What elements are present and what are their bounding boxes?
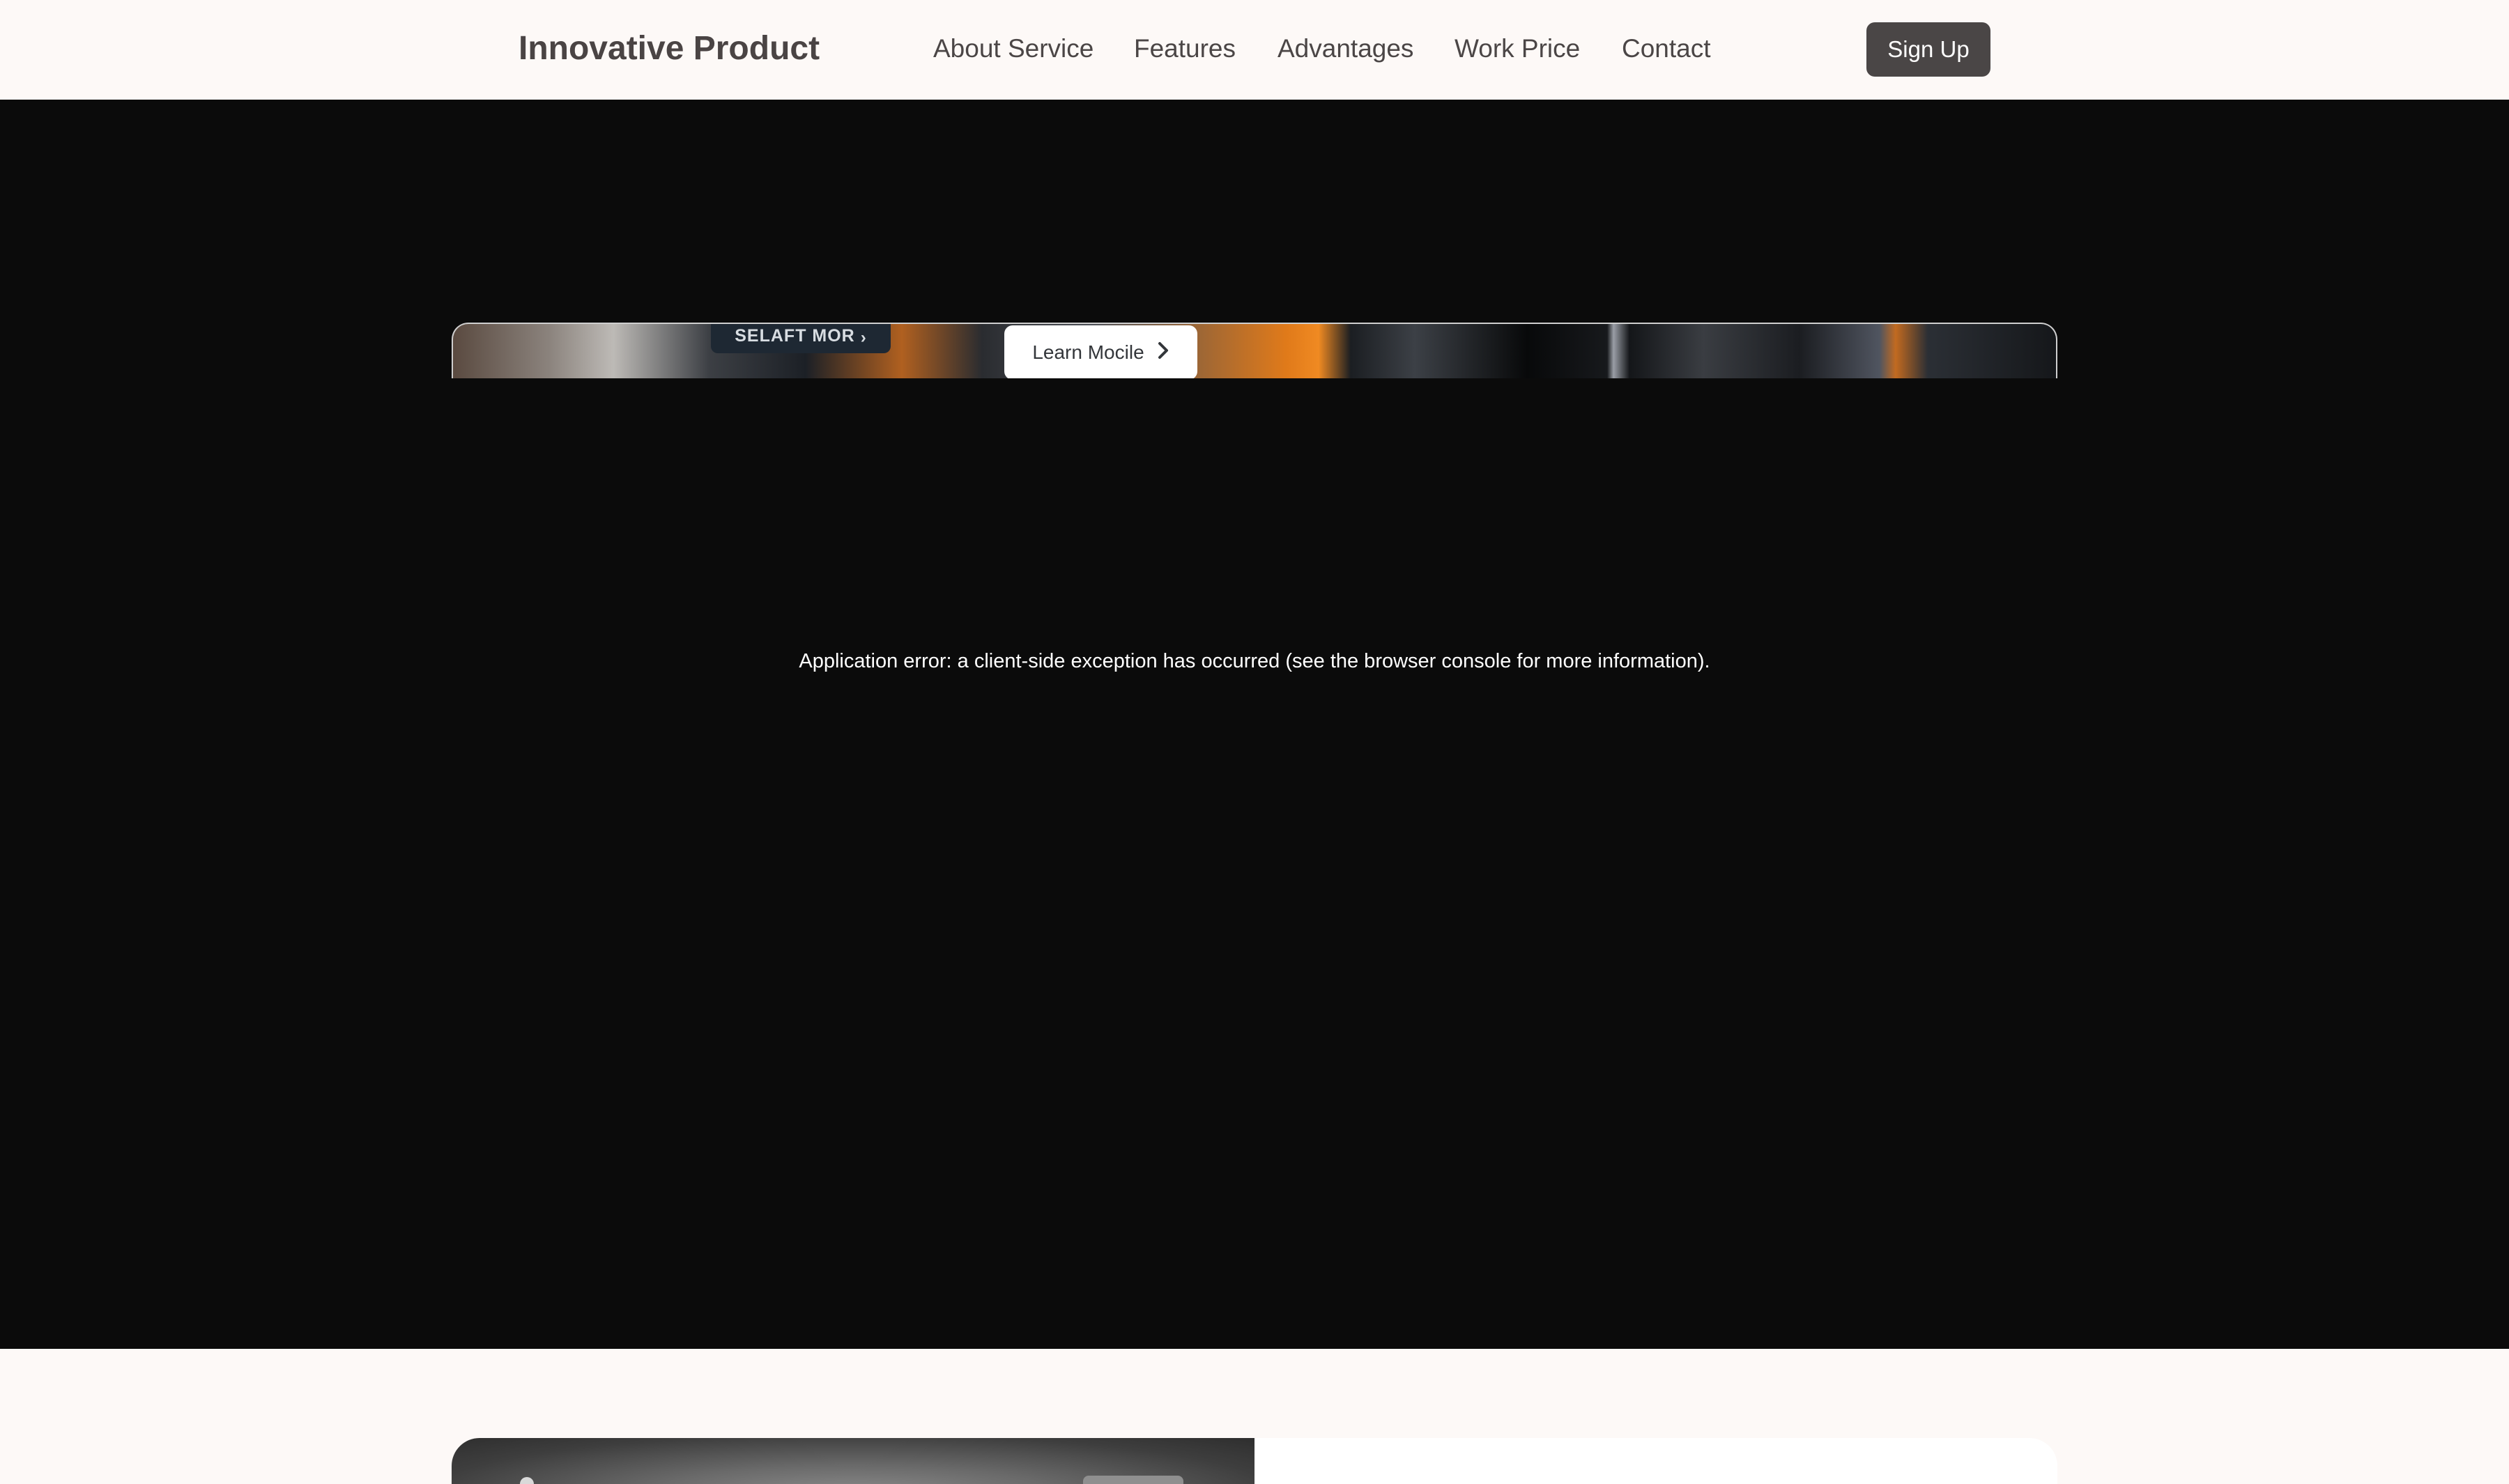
nav-link-features[interactable]: Features	[1134, 34, 1236, 63]
nav-link-work-price[interactable]: Work Price	[1455, 34, 1580, 63]
brand-logo[interactable]: Innovative Product	[519, 29, 820, 68]
hero-media-image: SELAFT MOR › Learn Mocile	[452, 323, 2057, 378]
media-dark-button: SELAFT MOR ›	[711, 324, 891, 353]
nav-link-about-service[interactable]: About Service	[933, 34, 1094, 63]
nav-link-advantages[interactable]: Advantages	[1277, 34, 1413, 63]
application-error-message: Application error: a client-side excepti…	[799, 650, 1710, 672]
chevron-right-icon	[1157, 341, 1169, 364]
nav-link-contact[interactable]: Contact	[1622, 34, 1711, 63]
media-dark-button-label: SELAFT MOR	[735, 326, 855, 346]
sign-up-button[interactable]: Sign Up	[1866, 22, 1990, 77]
card-indicator-dot	[520, 1477, 534, 1484]
card-tag	[1083, 1476, 1183, 1484]
chevron-right-icon: ›	[860, 328, 867, 347]
media-light-button-label: Learn Mocile	[1032, 341, 1144, 363]
top-navbar: Innovative Product About Service Feature…	[0, 0, 2509, 100]
media-learn-more-button: Learn Mocile	[1004, 325, 1197, 378]
lower-card-content	[1254, 1438, 2057, 1484]
lower-card-image	[452, 1438, 1254, 1484]
hero-section: SELAFT MOR › Learn Mocile Application er…	[0, 100, 2509, 1349]
